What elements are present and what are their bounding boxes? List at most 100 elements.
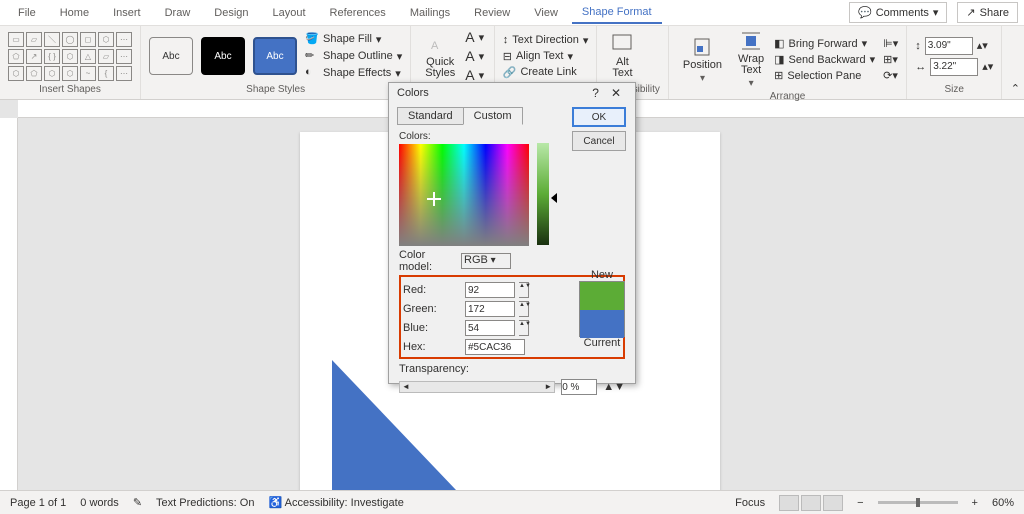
tab-standard[interactable]: Standard [397, 107, 464, 125]
word-count[interactable]: 0 words [80, 497, 119, 509]
dialog-title: Colors [397, 87, 429, 99]
bucket-icon: 🪣 [305, 32, 319, 46]
zoom-in-button[interactable]: + [972, 497, 978, 509]
wrap-icon [740, 30, 762, 52]
share-button[interactable]: ↗Share [957, 2, 1018, 23]
transparency-slider[interactable] [399, 381, 555, 393]
blue-input[interactable] [465, 320, 515, 336]
tab-mailings[interactable]: Mailings [400, 3, 460, 23]
create-link-button: 🔗 Create Link [503, 66, 589, 79]
effects-icon: ◐ [305, 66, 319, 80]
help-button[interactable]: ? [586, 86, 605, 100]
zoom-out-button[interactable]: − [857, 497, 863, 509]
green-input[interactable] [465, 301, 515, 317]
width-field[interactable]: ↔▴▾ [915, 58, 993, 76]
transparency-spinner[interactable]: ▲▼ [603, 381, 625, 393]
collapse-ribbon-button[interactable]: ⌃ [1011, 82, 1020, 95]
zoom-level[interactable]: 60% [992, 497, 1014, 509]
group-shape-styles: Shape Styles [149, 84, 402, 97]
print-layout-button[interactable] [801, 495, 821, 511]
transparency-label: Transparency: [399, 363, 469, 375]
new-label: New [579, 269, 625, 281]
tab-file[interactable]: File [8, 3, 46, 23]
shape-style-1[interactable]: Abc [149, 37, 193, 75]
tab-layout[interactable]: Layout [263, 3, 316, 23]
red-spinner[interactable]: ▲▼ [519, 282, 529, 298]
luminance-pointer-icon [551, 193, 557, 203]
text-direction-button: ↕ Text Direction ▾ [503, 34, 589, 47]
selection-pane-button[interactable]: ⊞ Selection Pane [774, 69, 875, 82]
height-field[interactable]: ↕▴▾ [915, 37, 993, 55]
group-button[interactable]: ⊞▾ [883, 53, 898, 66]
alt-text-button[interactable]: Alt Text [605, 31, 639, 81]
read-mode-button[interactable] [779, 495, 799, 511]
send-backward-button[interactable]: ◨ Send Backward ▾ [774, 53, 875, 66]
spellcheck-icon[interactable]: ✎ [133, 496, 142, 509]
text-predictions[interactable]: Text Predictions: On [156, 497, 254, 509]
zoom-slider[interactable] [878, 501, 958, 504]
tab-shape-format[interactable]: Shape Format [572, 2, 662, 24]
red-label: Red: [403, 284, 461, 296]
tab-design[interactable]: Design [204, 3, 258, 23]
rotate-button[interactable]: ⟳▾ [883, 69, 898, 82]
position-icon [691, 36, 713, 58]
focus-button[interactable]: Focus [735, 497, 765, 509]
green-spinner[interactable]: ▲▼ [519, 301, 529, 317]
group-arrange: Arrange [677, 91, 898, 104]
colors-dialog: Colors ? ✕ OK Cancel Standard Custom Col… [388, 82, 636, 384]
wordart-options: A▾A▾A▾ [465, 29, 484, 83]
color-model-label: Color model: [399, 249, 457, 273]
hex-label: Hex: [403, 341, 461, 353]
shape-effects-button[interactable]: ◐Shape Effects ▾ [305, 66, 402, 80]
wrap-text-button[interactable]: Wrap Text▾ [732, 28, 770, 91]
alt-text-icon [611, 33, 633, 55]
web-layout-button[interactable] [823, 495, 843, 511]
transparency-input[interactable] [561, 379, 597, 395]
accessibility-status[interactable]: ♿ Accessibility: Investigate [268, 496, 403, 509]
tab-home[interactable]: Home [50, 3, 99, 23]
crosshair-icon [427, 192, 441, 206]
hex-input[interactable] [465, 339, 525, 355]
width-input[interactable] [930, 58, 978, 76]
red-input[interactable] [465, 282, 515, 298]
colors-label: Colors: [399, 131, 625, 142]
vertical-ruler [0, 118, 18, 504]
green-label: Green: [403, 303, 461, 315]
close-button[interactable]: ✕ [605, 86, 627, 100]
shape-style-2[interactable]: Abc [201, 37, 245, 75]
svg-text:A: A [431, 40, 439, 52]
color-preview [579, 281, 625, 337]
comment-icon: 💬 [858, 6, 872, 19]
tab-insert[interactable]: Insert [103, 3, 151, 23]
share-icon: ↗ [966, 6, 975, 19]
tab-references[interactable]: References [320, 3, 396, 23]
page-status[interactable]: Page 1 of 1 [10, 497, 66, 509]
letter-a-icon: A [429, 33, 451, 55]
shape-fill-button[interactable]: 🪣Shape Fill ▾ [305, 32, 402, 46]
group-size: Size [915, 84, 993, 97]
tab-custom[interactable]: Custom [463, 107, 523, 125]
quick-styles-button: AQuick Styles [419, 31, 461, 81]
shape-outline-button[interactable]: ✏Shape Outline ▾ [305, 49, 402, 63]
comments-button[interactable]: 💬Comments▾ [849, 2, 947, 23]
ok-button[interactable]: OK [572, 107, 626, 127]
tab-review[interactable]: Review [464, 3, 520, 23]
align-button[interactable]: ⊫▾ [883, 37, 898, 50]
group-insert-shapes: Insert Shapes [8, 84, 132, 97]
height-input[interactable] [925, 37, 973, 55]
pen-icon: ✏ [305, 49, 319, 63]
tab-view[interactable]: View [524, 3, 568, 23]
align-text-button[interactable]: ⊟ Align Text ▾ [503, 50, 589, 63]
shape-gallery[interactable]: ▭▱＼◯◻⬡⋯ ⬠↗{ }⬡△▱⋯ ⬡⬠⬡⬡~{⋯ [8, 32, 132, 81]
color-model-select[interactable]: RGB ▾ [461, 253, 511, 269]
luminance-slider[interactable] [537, 143, 549, 245]
tab-draw[interactable]: Draw [155, 3, 201, 23]
chevron-down-icon: ▾ [933, 6, 939, 19]
blue-label: Blue: [403, 322, 461, 334]
bring-forward-button[interactable]: ◧ Bring Forward ▾ [774, 37, 875, 50]
color-spectrum[interactable] [399, 144, 529, 246]
position-button[interactable]: Position▾ [677, 34, 728, 86]
shape-style-3[interactable]: Abc [253, 37, 297, 75]
current-label: Current [579, 337, 625, 349]
blue-spinner[interactable]: ▲▼ [519, 320, 529, 336]
